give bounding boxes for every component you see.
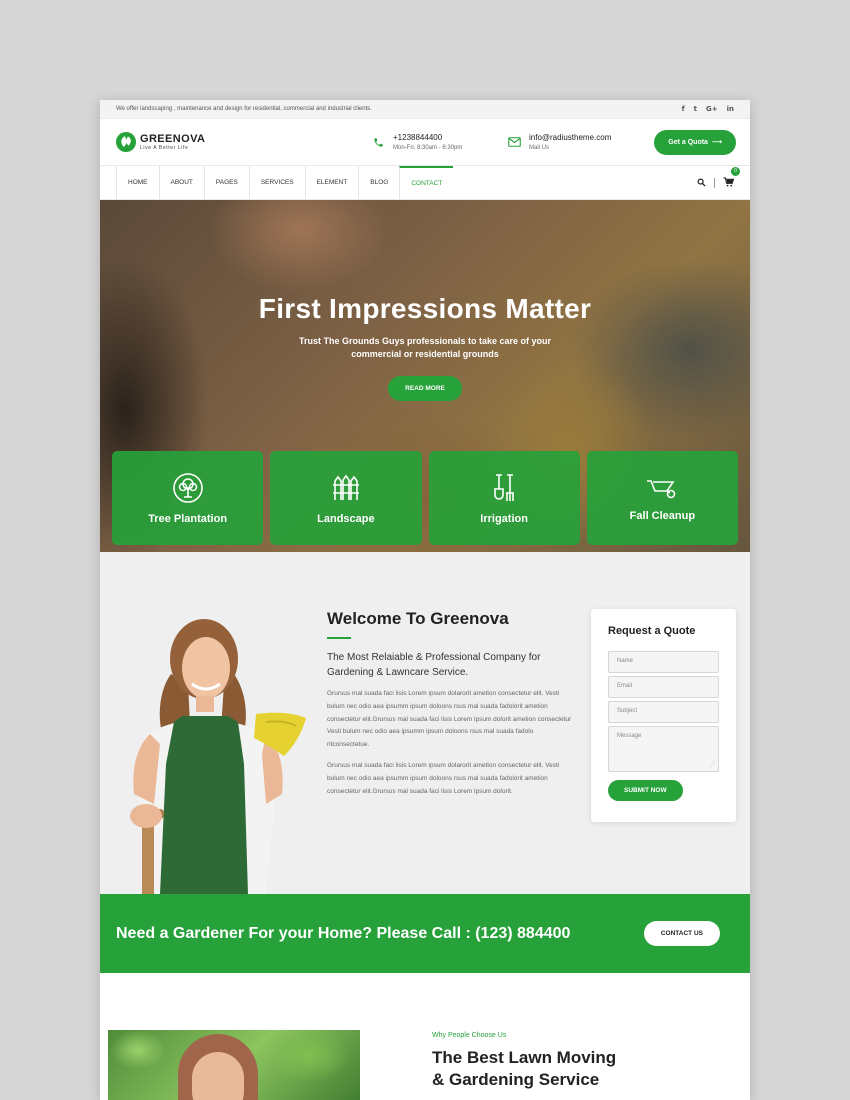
hero-content: First Impressions Matter Trust The Groun… bbox=[100, 293, 750, 401]
logo[interactable]: GREENOVA Live A Better Life bbox=[116, 132, 371, 152]
welcome-paragraph-2: Grursus mal suada faci lisis Lorem ipsum… bbox=[327, 761, 560, 795]
hero-banner: First Impressions Matter Trust The Groun… bbox=[100, 200, 750, 552]
phone-contact: +1238844400 Mon-Fri, 8:30am - 6:30pm bbox=[371, 133, 507, 151]
social-links: f t G+ in bbox=[682, 105, 734, 113]
contact-us-button[interactable]: CONTACT US bbox=[643, 921, 720, 946]
why-title-line-2: & Gardening Service bbox=[432, 1070, 600, 1089]
email-contact: info@radiustheme.com Mail Us bbox=[507, 133, 649, 151]
quote-form-title: Request a Quote bbox=[608, 625, 696, 637]
cart-icon[interactable]: 0 bbox=[723, 166, 740, 192]
nav-tools: 0 bbox=[697, 166, 740, 199]
welcome-lead: The Most Relaiable & Professional Compan… bbox=[327, 652, 541, 678]
logo-tagline: Live A Better Life bbox=[140, 144, 189, 151]
leaf-logo-icon bbox=[116, 132, 136, 152]
welcome-text: Welcome To Greenova The Most Relaiable &… bbox=[327, 609, 575, 798]
nav-item-element[interactable]: ELEMENT bbox=[304, 166, 359, 199]
why-kicker: Why People Choose Us bbox=[432, 1032, 507, 1039]
service-card-tree-plantation[interactable]: Tree Plantation bbox=[112, 451, 264, 545]
wheelbarrow-icon bbox=[647, 479, 676, 498]
tree-icon bbox=[172, 472, 203, 503]
why-title-line-1: The Best Lawn Moving bbox=[432, 1048, 617, 1067]
service-label: Landscape bbox=[317, 512, 375, 525]
get-a-quota-button[interactable]: Get a Quota ⟶ bbox=[654, 129, 736, 155]
quota-button-label: Get a Quota bbox=[668, 138, 708, 146]
nav-divider bbox=[714, 177, 715, 188]
envelope-icon bbox=[507, 135, 521, 149]
message-placeholder: Message bbox=[617, 733, 642, 739]
opening-hours: Mon-Fri, 8:30am - 6:30pm bbox=[393, 145, 463, 151]
main-nav: HOME ABOUT PAGES SERVICES ELEMENT BLOG C… bbox=[100, 166, 750, 200]
service-card-fall-cleanup[interactable]: Fall Cleanup bbox=[586, 451, 738, 545]
gardener-photo-2 bbox=[108, 1030, 360, 1100]
cta-text: Need a Gardener For your Home? Please Ca… bbox=[116, 924, 571, 942]
welcome-section: Welcome To Greenova The Most Relaiable &… bbox=[100, 552, 750, 894]
service-label: Fall Cleanup bbox=[629, 509, 696, 522]
submit-now-button[interactable]: SUBMIT NOW bbox=[608, 780, 683, 801]
service-cards: Tree Plantation Landscape Irrigation Fal… bbox=[112, 451, 738, 545]
call-to-action-banner: Need a Gardener For your Home? Please Ca… bbox=[100, 894, 750, 973]
why-text: Why People Choose Us The Best Lawn Movin… bbox=[432, 1032, 616, 1091]
resize-grip-icon[interactable]: ⋰ bbox=[709, 761, 715, 768]
service-card-landscape[interactable]: Landscape bbox=[270, 451, 422, 545]
why-title: The Best Lawn Moving & Gardening Service bbox=[432, 1047, 616, 1091]
twitter-icon[interactable]: t bbox=[694, 105, 697, 113]
top-bar: We offer landscaping , maintenance and d… bbox=[100, 100, 750, 119]
shovel-icon bbox=[494, 473, 515, 501]
nav-item-about[interactable]: ABOUT bbox=[158, 166, 204, 199]
email-field[interactable]: Email bbox=[608, 676, 719, 698]
google-plus-icon[interactable]: G+ bbox=[706, 105, 718, 113]
welcome-title: Welcome To Greenova bbox=[327, 609, 509, 628]
read-more-button[interactable]: READ MORE bbox=[388, 376, 462, 401]
email-address[interactable]: info@radiustheme.com bbox=[529, 133, 611, 142]
why-choose-section: Why People Choose Us The Best Lawn Movin… bbox=[100, 973, 750, 1100]
phone-number[interactable]: +1238844400 bbox=[393, 133, 462, 142]
title-underline bbox=[327, 637, 351, 639]
phone-icon bbox=[371, 135, 385, 149]
welcome-paragraph-1: Grursus mal suada faci lisis Lorem ipsum… bbox=[327, 690, 572, 749]
nav-item-blog[interactable]: BLOG bbox=[358, 166, 399, 199]
email-label: Mail Us bbox=[529, 145, 550, 151]
nav-item-services[interactable]: SERVICES bbox=[248, 166, 305, 199]
service-card-irrigation[interactable]: Irrigation bbox=[428, 451, 580, 545]
topbar-tagline: We offer landscaping , maintenance and d… bbox=[116, 106, 372, 112]
gardener-photo bbox=[130, 619, 306, 894]
linkedin-icon[interactable]: in bbox=[727, 105, 734, 113]
message-textarea[interactable]: Message ⋰ bbox=[608, 726, 719, 772]
nav-item-pages[interactable]: PAGES bbox=[203, 166, 249, 199]
facebook-icon[interactable]: f bbox=[682, 105, 685, 113]
hero-title: First Impressions Matter bbox=[258, 293, 592, 324]
hero-subtitle: Trust The Grounds Guys professionals to … bbox=[298, 336, 552, 359]
name-field[interactable]: Name bbox=[608, 651, 719, 673]
service-label: Tree Plantation bbox=[148, 512, 228, 525]
fence-icon bbox=[332, 474, 359, 500]
logo-name: GREENOVA bbox=[140, 132, 206, 145]
nav-item-home[interactable]: HOME bbox=[116, 166, 159, 199]
website-page: We offer landscaping , maintenance and d… bbox=[100, 100, 750, 1100]
cart-count-badge: 0 bbox=[731, 166, 740, 176]
woman-portrait bbox=[178, 1034, 258, 1100]
search-icon[interactable] bbox=[697, 174, 706, 192]
site-header: GREENOVA Live A Better Life +1238844400 … bbox=[100, 119, 750, 166]
nav-item-contact[interactable]: CONTACT bbox=[399, 166, 454, 199]
service-label: Irrigation bbox=[480, 512, 528, 525]
request-quote-form: Request a Quote Name Email Subject Messa… bbox=[591, 609, 736, 822]
arrow-right-icon: ⟶ bbox=[711, 139, 722, 146]
subject-field[interactable]: Subject bbox=[608, 701, 719, 723]
